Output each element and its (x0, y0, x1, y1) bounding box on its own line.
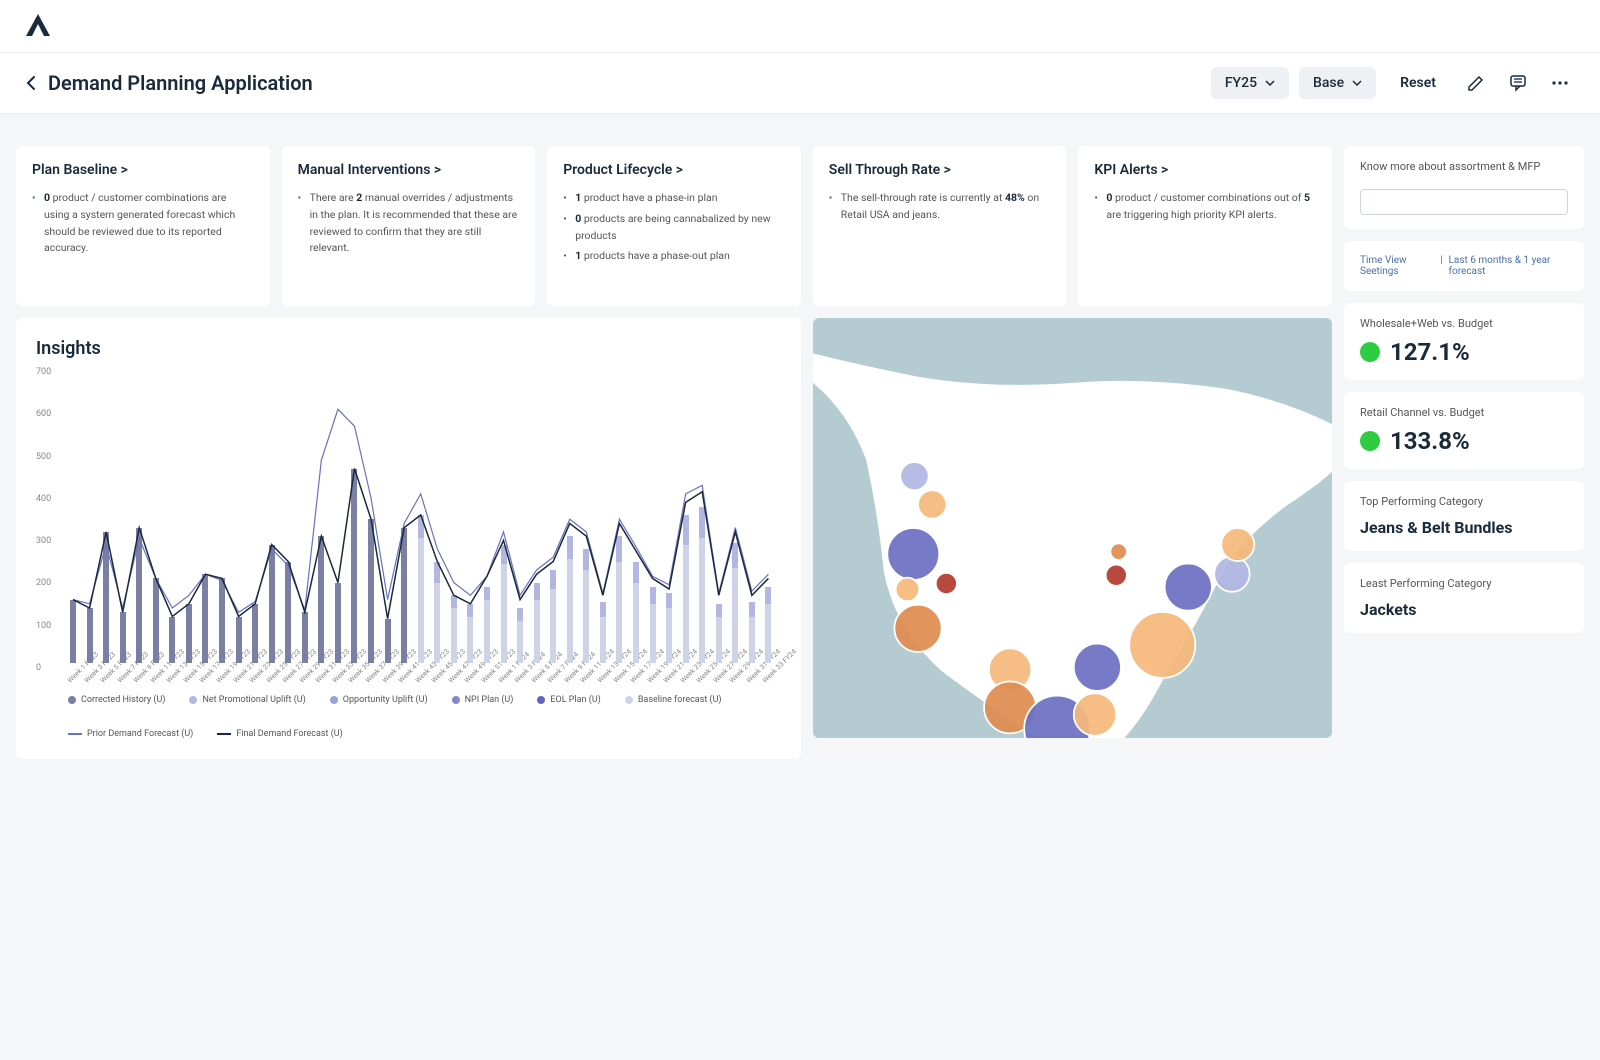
kpi-value: 133.8% (1390, 427, 1470, 455)
chevron-down-icon (1352, 80, 1362, 86)
list-item: 0 products are being cannabalized by new… (563, 211, 785, 245)
page-title: Demand Planning Application (48, 71, 313, 95)
list-item: 1 products have a phase-out plan (563, 248, 785, 265)
least-category-value: Jackets (1360, 600, 1568, 619)
year-dropdown-label: FY25 (1225, 75, 1257, 91)
kpi-alerts-bullets: 0 product / customer combinations out of… (1094, 190, 1316, 224)
legend-item: Net Promotional Uplift (U) (189, 695, 305, 705)
time-view-value: Last 6 months & 1 year forecast (1449, 255, 1568, 277)
side-column: Know more about assortment & MFP Time Vi… (1344, 146, 1584, 633)
main-column: Plan Baseline > 0 product / customer com… (16, 146, 1332, 759)
assortment-input[interactable] (1360, 189, 1568, 215)
kpi-alerts-title[interactable]: KPI Alerts > (1094, 162, 1316, 178)
list-item: The sell-through rate is currently at 48… (829, 190, 1051, 224)
sell-through-bullets: The sell-through rate is currently at 48… (829, 190, 1051, 224)
plan-baseline-bullets: 0 product / customer combinations are us… (32, 190, 254, 257)
map-card[interactable] (813, 318, 1332, 738)
time-view-card[interactable]: Time View Seetings | Last 6 months & 1 y… (1344, 241, 1584, 291)
product-lifecycle-bullets: 1 product have a phase-in plan 0 product… (563, 190, 785, 265)
top-bar (0, 0, 1600, 53)
page-header: Demand Planning Application FY25 Base Re… (0, 53, 1600, 114)
legend-item: Baseline forecast (U) (625, 695, 722, 705)
scenario-dropdown-label: Base (1313, 75, 1344, 91)
legend-item: Opportunity Uplift (U) (330, 695, 428, 705)
assortment-label: Know more about assortment & MFP (1360, 160, 1568, 173)
manual-interventions-bullets: There are 2 manual overrides / adjustmen… (298, 190, 520, 257)
manual-interventions-title[interactable]: Manual Interventions > (298, 162, 520, 178)
chevron-down-icon (1265, 80, 1275, 86)
top-category-value: Jeans & Belt Bundles (1360, 518, 1568, 537)
content: Plan Baseline > 0 product / customer com… (0, 114, 1600, 791)
legend-item: Corrected History (U) (68, 695, 165, 705)
manual-interventions-card: Manual Interventions > There are 2 manua… (282, 146, 536, 306)
insights-legend: Corrected History (U) Net Promotional Up… (36, 695, 781, 739)
kpi-wholesale-card: Wholesale+Web vs. Budget 127.1% (1344, 303, 1584, 380)
list-item: There are 2 manual overrides / adjustmen… (298, 190, 520, 257)
status-dot-icon (1360, 342, 1380, 362)
least-category-card: Least Performing Category Jackets (1344, 563, 1584, 633)
legend-item: EOL Plan (U) (537, 695, 600, 705)
kpi-value: 127.1% (1390, 338, 1470, 366)
time-view-label: Time View Seetings (1360, 255, 1434, 277)
kpi-title: Retail Channel vs. Budget (1360, 406, 1568, 419)
product-lifecycle-card: Product Lifecycle > 1 product have a pha… (547, 146, 801, 306)
plan-baseline-title[interactable]: Plan Baseline > (32, 162, 254, 178)
more-button[interactable] (1544, 67, 1576, 99)
back-button[interactable] (24, 75, 40, 91)
insights-title: Insights (36, 338, 781, 359)
sell-through-title[interactable]: Sell Through Rate > (829, 162, 1051, 178)
legend-item: Prior Demand Forecast (U) (68, 729, 193, 739)
top-category-label: Top Performing Category (1360, 495, 1568, 508)
legend-item: Final Demand Forecast (U) (217, 729, 342, 739)
year-dropdown[interactable]: FY25 (1211, 67, 1289, 99)
assortment-card: Know more about assortment & MFP (1344, 146, 1584, 229)
product-lifecycle-title[interactable]: Product Lifecycle > (563, 162, 785, 178)
list-item: 1 product have a phase-in plan (563, 190, 785, 207)
kpi-retail-card: Retail Channel vs. Budget 133.8% (1344, 392, 1584, 469)
insights-card: Insights 0100200300400500600700Week 1 FY… (16, 318, 801, 759)
edit-button[interactable] (1460, 67, 1492, 99)
least-category-label: Least Performing Category (1360, 577, 1568, 590)
legend-item: NPI Plan (U) (452, 695, 514, 705)
reset-button[interactable]: Reset (1386, 67, 1450, 99)
dots-icon (1551, 81, 1569, 85)
plan-baseline-card: Plan Baseline > 0 product / customer com… (16, 146, 270, 306)
pencil-icon (1467, 74, 1485, 92)
status-dot-icon (1360, 431, 1380, 451)
comments-button[interactable] (1502, 67, 1534, 99)
app-logo-icon (24, 12, 52, 40)
list-item: 0 product / customer combinations are us… (32, 190, 254, 257)
top-category-card: Top Performing Category Jeans & Belt Bun… (1344, 481, 1584, 551)
kpi-alerts-card: KPI Alerts > 0 product / customer combin… (1078, 146, 1332, 306)
kpi-title: Wholesale+Web vs. Budget (1360, 317, 1568, 330)
map-svg (813, 318, 1332, 738)
sell-through-card: Sell Through Rate > The sell-through rat… (813, 146, 1067, 306)
comment-icon (1509, 74, 1527, 92)
insights-chart[interactable]: 0100200300400500600700Week 1 FY23Week 3 … (36, 367, 781, 687)
list-item: 0 product / customer combinations out of… (1094, 190, 1316, 224)
scenario-dropdown[interactable]: Base (1299, 67, 1376, 99)
